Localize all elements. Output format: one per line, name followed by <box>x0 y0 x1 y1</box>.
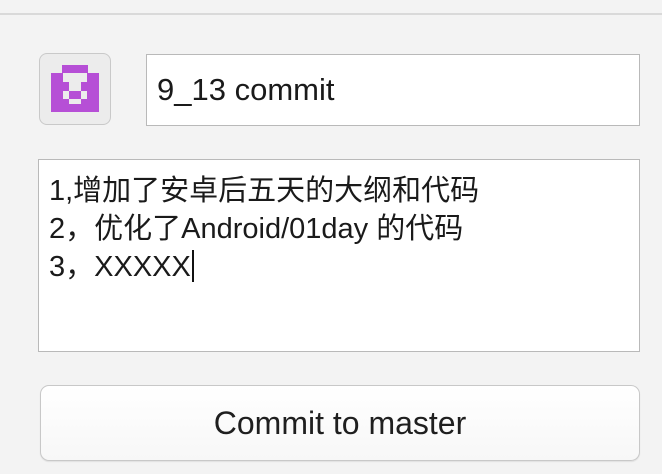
commit-to-master-button[interactable]: Commit to master <box>40 385 640 461</box>
description-line-2: 2，优化了Android/01day 的代码 <box>49 213 464 245</box>
commit-button-label: Commit to master <box>213 404 467 441</box>
description-line-3: 3，XXXXX <box>49 248 629 286</box>
commit-panel: 1,增加了安卓后五天的大纲和代码 2，优化了Android/01day 的代码 … <box>0 0 662 474</box>
text-caret <box>191 250 194 282</box>
description-line-3-text: 3，XXXXX <box>49 251 191 283</box>
bottom-strip <box>0 468 662 474</box>
top-divider <box>0 13 662 15</box>
commit-description-textarea[interactable]: 1,增加了安卓后五天的大纲和代码 2，优化了Android/01day 的代码 … <box>38 159 640 352</box>
description-line-1: 1,增加了安卓后五天的大纲和代码 <box>49 175 480 207</box>
commit-summary-input[interactable] <box>146 54 640 126</box>
user-avatar <box>39 53 111 125</box>
identicon-avatar-icon <box>51 65 99 112</box>
